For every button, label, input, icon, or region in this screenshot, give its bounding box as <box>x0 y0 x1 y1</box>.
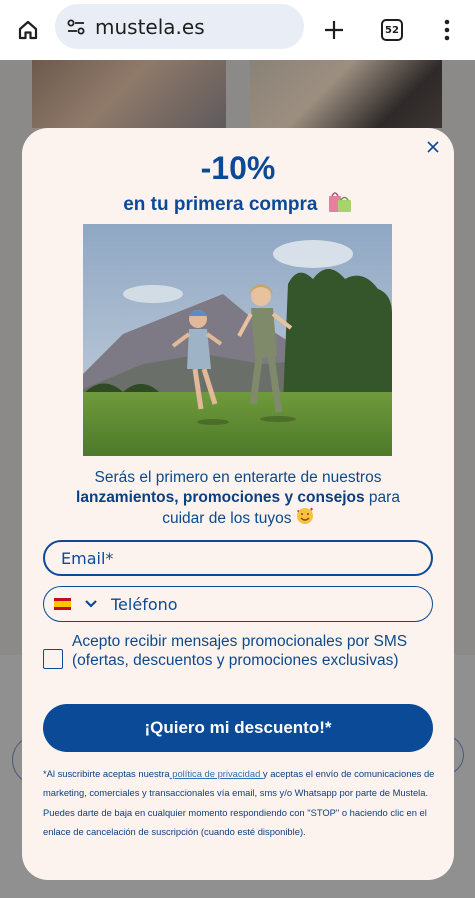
description-line: para <box>368 488 400 506</box>
popup-description: Serás el primero en enterarte de nuestro… <box>52 468 424 531</box>
background-photo-child <box>250 60 442 128</box>
home-icon[interactable] <box>8 10 48 50</box>
legal-text: *Al suscribirte aceptas nuestra <box>43 768 170 779</box>
chevron-down-icon[interactable] <box>83 596 99 612</box>
tab-switcher-button[interactable]: 52 <box>372 10 412 50</box>
spain-flag-icon[interactable] <box>54 598 71 610</box>
sms-consent-checkbox[interactable] <box>43 649 63 669</box>
email-field[interactable]: Email* <box>43 540 433 576</box>
get-discount-button[interactable]: ¡Quiero mi descuento!* <box>43 704 433 752</box>
subtitle-text: en tu primera compra <box>123 194 318 216</box>
smiling-face-hearts-icon <box>296 507 314 531</box>
tune-icon[interactable] <box>65 16 87 38</box>
phone-placeholder: Teléfono <box>111 594 178 614</box>
sms-consent: Acepto recibir mensajes promocionales po… <box>43 633 433 689</box>
description-line: Serás el primero en enterarte de nuestro… <box>94 469 382 486</box>
sms-consent-label: Acepto recibir mensajes promocionales po… <box>72 633 408 669</box>
tab-count: 52 <box>381 19 403 41</box>
privacy-policy-link[interactable]: política de privacidad <box>170 768 263 779</box>
plus-icon[interactable] <box>314 10 354 50</box>
description-line: cuidar de los tuyos <box>162 509 292 527</box>
email-placeholder: Email* <box>61 548 114 568</box>
address-bar[interactable]: mustela.es <box>55 4 304 49</box>
discount-title: -10% <box>200 150 276 186</box>
legal-disclaimer: *Al suscribirte aceptas nuestra política… <box>43 764 435 841</box>
promo-photo-children-playing <box>83 224 392 456</box>
discount-subtitle: en tu primera compra <box>22 190 454 220</box>
description-highlight: lanzamientos, promociones y consejos <box>76 488 365 506</box>
background-photo-family <box>32 60 226 128</box>
shopping-bags-icon <box>327 190 353 220</box>
phone-field[interactable]: Teléfono <box>43 586 433 622</box>
newsletter-popup: -10% en tu primera compra Serás el prime… <box>22 128 454 880</box>
browser-toolbar: mustela.es 52 <box>0 0 475 60</box>
url-text: mustela.es <box>95 14 205 39</box>
more-vert-icon[interactable] <box>427 10 467 50</box>
